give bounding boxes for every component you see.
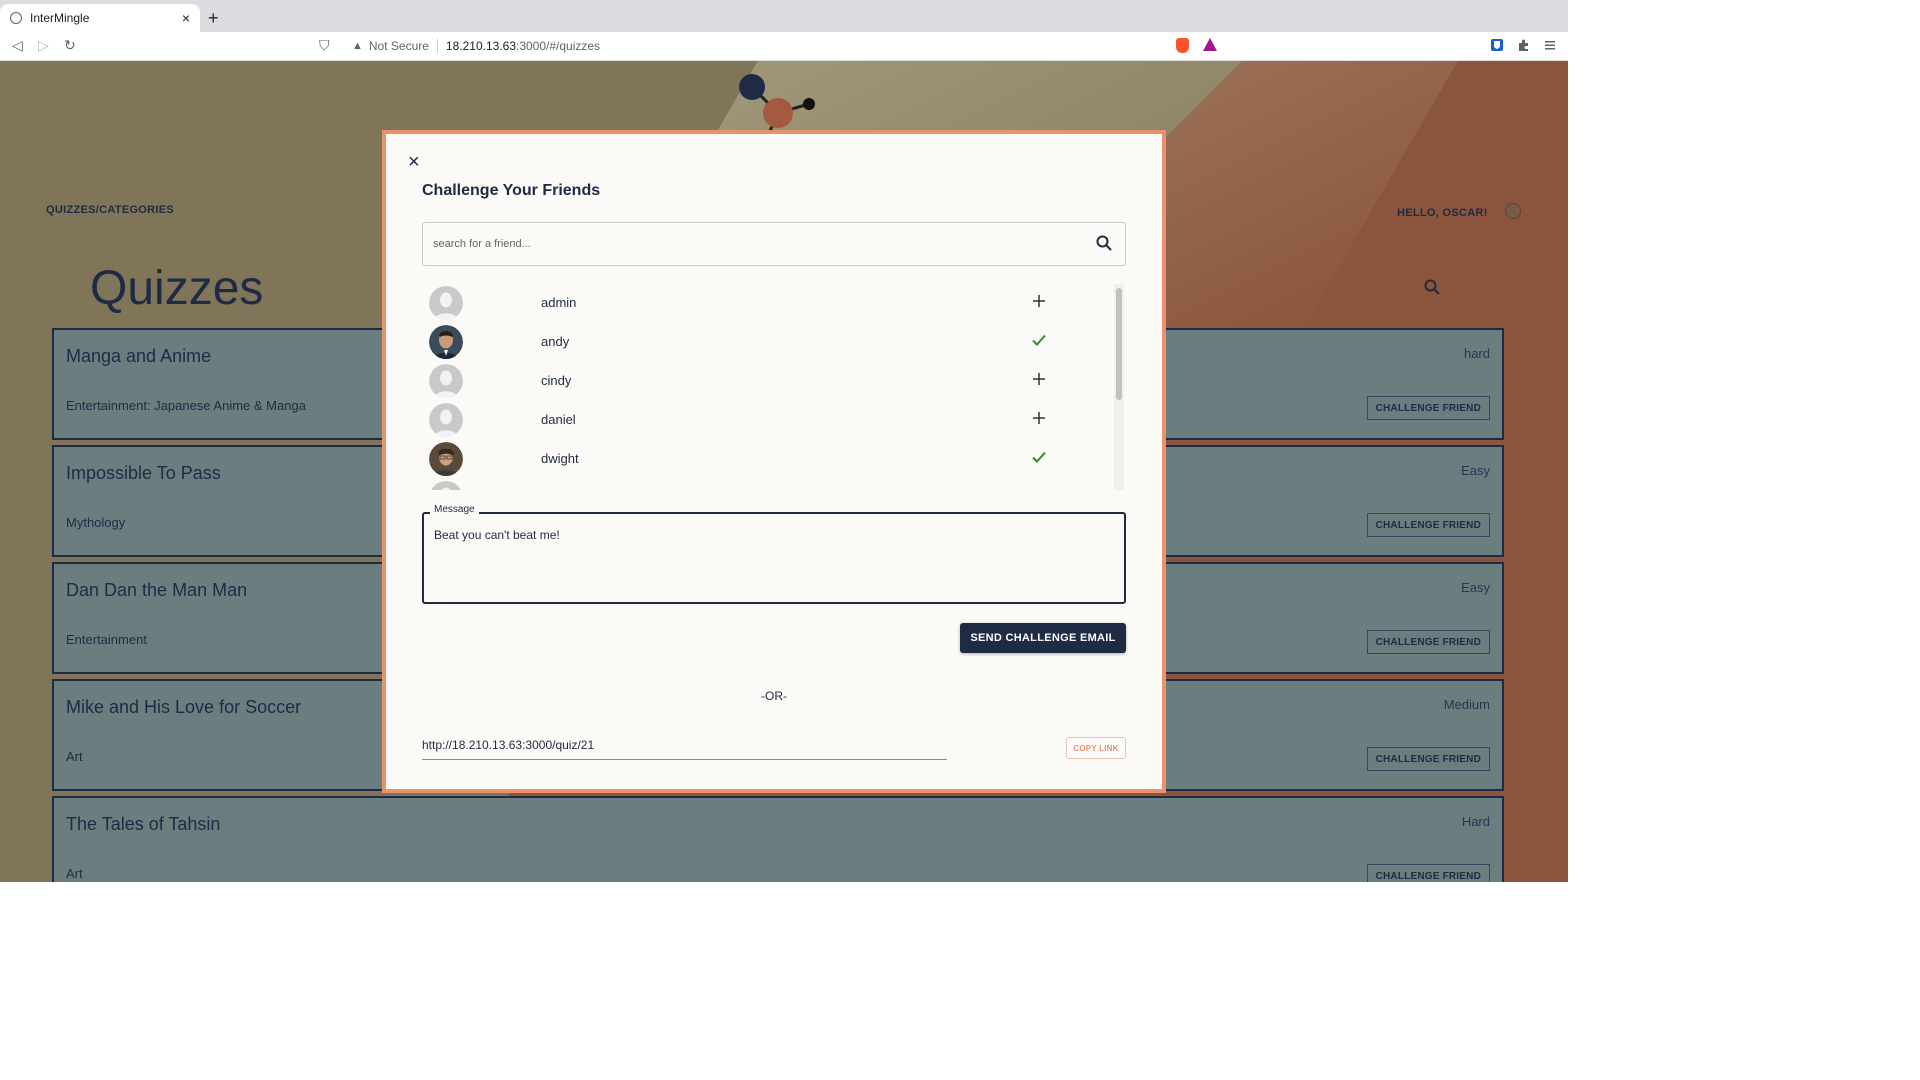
- extensions-icon[interactable]: [1517, 38, 1531, 52]
- quiz-name: Mike and His Love for Soccer: [66, 697, 302, 717]
- quiz-difficulty: Hard: [1461, 814, 1490, 829]
- quiz-category: Entertainment: [66, 632, 147, 647]
- friend-name: cindy: [541, 373, 572, 388]
- brave-rewards-icon[interactable]: [1203, 38, 1217, 51]
- globe-icon: [10, 12, 22, 24]
- friend-list: admin andy cindy daniel dwight: [422, 284, 1126, 490]
- quiz-name: Impossible To Pass: [66, 463, 221, 483]
- brave-shield-icon[interactable]: [1176, 38, 1189, 53]
- friend-row-partial: [422, 479, 1112, 490]
- warning-icon: ▲: [352, 40, 363, 52]
- challenge-friend-button[interactable]: CHALLENGE FRIEND: [1366, 864, 1490, 882]
- bitwarden-icon[interactable]: [1490, 38, 1504, 52]
- default-avatar: [429, 364, 463, 398]
- search-icon[interactable]: [1424, 279, 1440, 295]
- quiz-difficulty: hard: [1463, 346, 1490, 361]
- url-path: :3000/#/quizzes: [516, 39, 601, 53]
- quiz-card[interactable]: The Tales of Tahsin Art Hard CHALLENGE F…: [52, 796, 1504, 882]
- default-avatar: [429, 286, 463, 320]
- friend-name: andy: [541, 334, 570, 349]
- message-label: Message: [430, 504, 479, 515]
- quiz-category: Art: [66, 749, 83, 764]
- send-challenge-email-button[interactable]: SEND CHALLENGE EMAIL: [960, 623, 1126, 653]
- tab-close-icon[interactable]: ×: [182, 10, 190, 26]
- new-tab-icon[interactable]: +: [208, 8, 219, 29]
- friend-name: dwight: [541, 451, 579, 466]
- user-photo-avatar: [429, 325, 463, 359]
- friend-row[interactable]: andy: [422, 323, 1112, 362]
- friend-row[interactable]: cindy: [422, 362, 1112, 401]
- add-icon[interactable]: [1030, 370, 1048, 388]
- friend-row[interactable]: admin: [422, 284, 1112, 323]
- modal-title: Challenge Your Friends: [422, 182, 601, 199]
- forward-icon[interactable]: ▷: [38, 37, 49, 54]
- quiz-category: Entertainment: Japanese Anime & Manga: [66, 398, 306, 413]
- quiz-name: The Tales of Tahsin: [66, 814, 221, 834]
- friend-name: daniel: [541, 412, 576, 427]
- quiz-difficulty: Medium: [1443, 697, 1490, 712]
- greeting: HELLO, OSCAR!: [1397, 207, 1488, 219]
- page-title: Quizzes: [90, 262, 264, 315]
- quiz-name: Manga and Anime: [66, 346, 212, 366]
- message-text[interactable]: Beat you can't beat me!: [434, 528, 560, 542]
- friend-name: admin: [541, 295, 577, 310]
- breadcrumb[interactable]: QUIZZES/CATEGORIES: [46, 204, 174, 216]
- default-avatar: [431, 481, 461, 490]
- browser-tabbar: InterMingle × +: [0, 0, 1568, 32]
- challenge-modal: × Challenge Your Friends admin andy cind…: [382, 130, 1166, 793]
- challenge-friend-button[interactable]: CHALLENGE FRIEND: [1366, 513, 1490, 537]
- quiz-category: Mythology: [66, 515, 126, 530]
- add-icon[interactable]: [1030, 292, 1048, 310]
- message-field[interactable]: Beat you can't beat me!: [422, 512, 1126, 604]
- challenge-friend-button[interactable]: CHALLENGE FRIEND: [1366, 747, 1490, 771]
- friend-row[interactable]: daniel: [422, 401, 1112, 440]
- default-avatar: [429, 403, 463, 437]
- or-divider: -OR-: [761, 689, 787, 703]
- quiz-link-field[interactable]: http://18.210.13.63:3000/quiz/21: [422, 738, 947, 760]
- friend-search-input[interactable]: [422, 222, 1126, 266]
- friend-row[interactable]: dwight: [422, 440, 1112, 479]
- intermingle-logo: [739, 74, 815, 131]
- not-secure-label: Not Secure: [368, 39, 429, 53]
- quiz-name: Dan Dan the Man Man: [66, 580, 248, 600]
- close-icon[interactable]: ×: [408, 152, 420, 172]
- tab-title: InterMingle: [30, 11, 90, 25]
- quiz-difficulty: Easy: [1461, 580, 1490, 595]
- quiz-difficulty: Easy: [1461, 463, 1490, 478]
- scrollbar-thumb[interactable]: [1116, 288, 1122, 400]
- url-host: 18.210.13.63: [445, 39, 516, 53]
- check-icon[interactable]: [1030, 448, 1048, 466]
- browser-tab[interactable]: InterMingle ×: [0, 4, 200, 32]
- back-icon[interactable]: ◁: [12, 37, 23, 54]
- copy-link-button[interactable]: COPY LINK: [1066, 737, 1126, 759]
- check-icon[interactable]: [1030, 331, 1048, 349]
- menu-icon[interactable]: [1543, 38, 1557, 52]
- challenge-friend-button[interactable]: CHALLENGE FRIEND: [1366, 396, 1490, 420]
- add-icon[interactable]: [1030, 409, 1048, 427]
- browser-toolbar: ◁ ▷ ↻ ⛉ ▲ Not Secure 18.210.13.63:3000/#…: [0, 32, 1568, 61]
- address-bar[interactable]: ▲ Not Secure 18.210.13.63:3000/#/quizzes: [340, 35, 1226, 57]
- challenge-friend-button[interactable]: CHALLENGE FRIEND: [1366, 630, 1490, 654]
- account-icon[interactable]: [1505, 203, 1521, 219]
- quiz-category: Art: [66, 866, 83, 881]
- search-icon[interactable]: [1096, 235, 1112, 251]
- user-photo-avatar: [429, 442, 463, 476]
- reload-icon[interactable]: ↻: [64, 37, 76, 54]
- bookmark-icon[interactable]: ⛉: [319, 37, 330, 54]
